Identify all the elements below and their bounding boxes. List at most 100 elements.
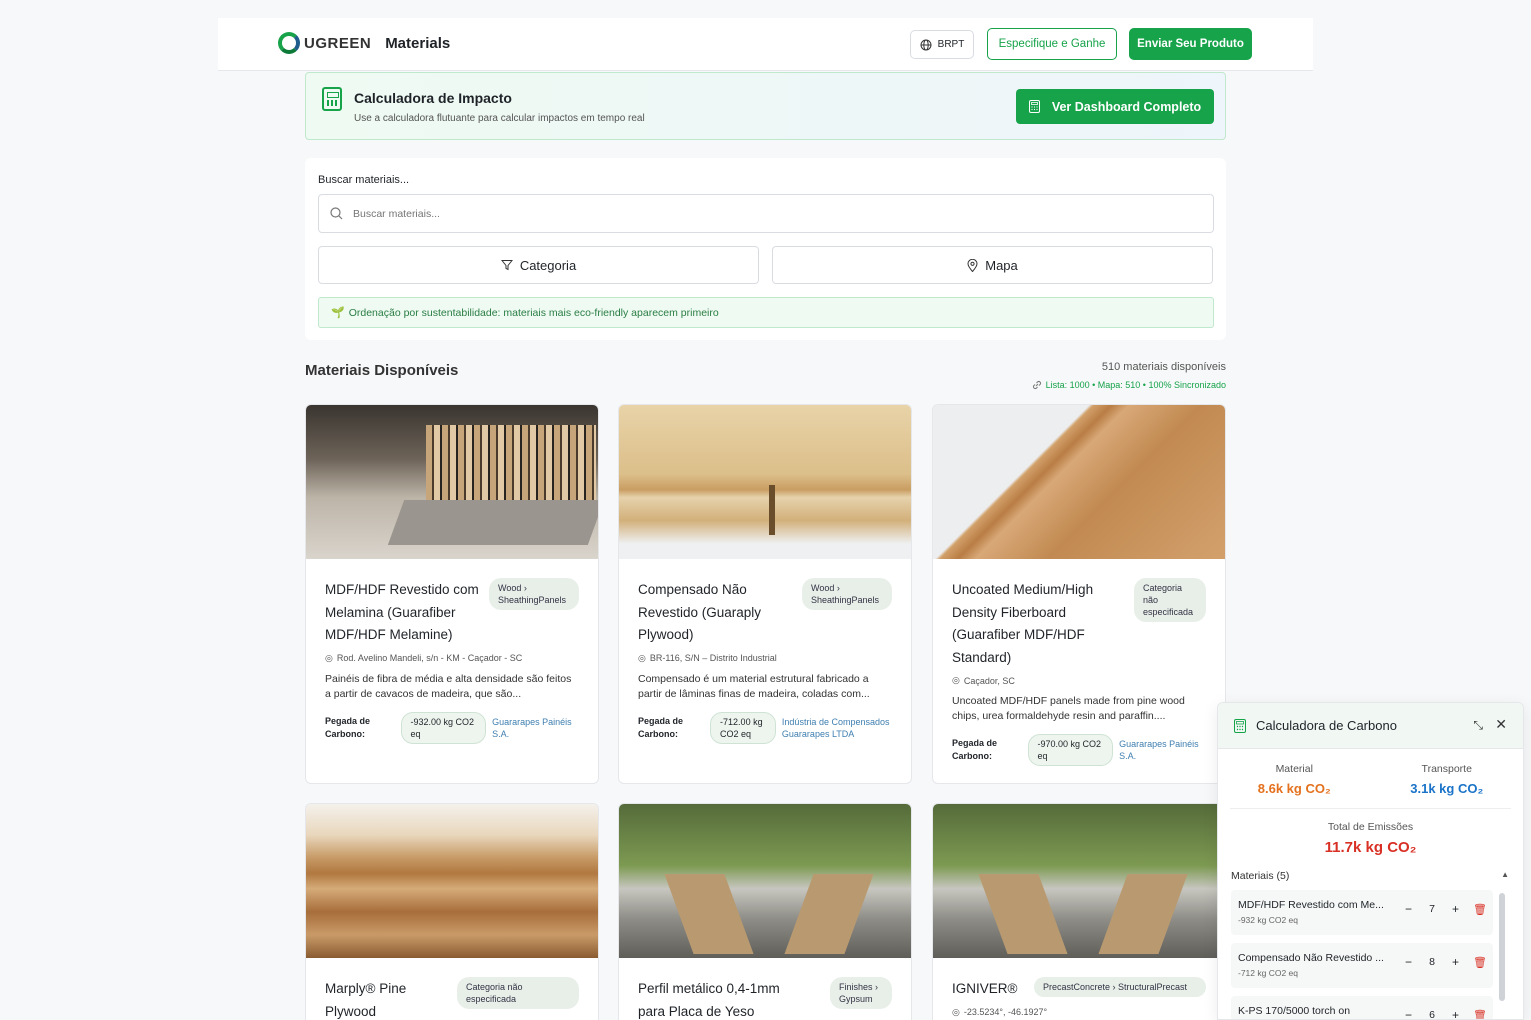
material-card[interactable]: Marply® Pine Plywood Categoria não espec… xyxy=(305,803,599,1020)
impact-calculator-banner: Calculadora de Impacto Use a calculadora… xyxy=(305,72,1226,140)
item-quantity[interactable]: 7 xyxy=(1426,903,1438,915)
scrollbar[interactable] xyxy=(1499,893,1505,1001)
footprint-label: Pegada de Carbono: xyxy=(952,738,998,761)
trash-icon[interactable]: 🗑 xyxy=(1473,903,1487,916)
card-location: ◎ BR-116, S/N – Distrito Industrial xyxy=(638,653,892,664)
category-label: Categoria xyxy=(519,257,577,273)
material-image xyxy=(306,804,598,958)
category-tag: Finishes › Gypsum xyxy=(830,977,892,1009)
card-title: MDF/HDF Revestido com Melamina (Guarafib… xyxy=(325,582,479,642)
impact-title: Calculadora de Impacto xyxy=(354,90,512,106)
carbon-calculator-panel: Calculadora de Carbono ⤡ ✕ Material 8.6k… xyxy=(1217,702,1524,1020)
language-button[interactable]: BRPT xyxy=(910,30,974,59)
material-card[interactable]: Compensado Não Revestido (Guaraply Plywo… xyxy=(618,404,912,784)
item-footprint: -712 kg CO2 eq xyxy=(1238,968,1299,978)
top-header: UGREEN Materials BRPT Especifique e Ganh… xyxy=(218,18,1313,71)
sprout-icon: 🌱 xyxy=(331,307,345,319)
increase-button[interactable]: + xyxy=(1452,955,1459,969)
search-input[interactable] xyxy=(353,207,1153,220)
materials-count: 510 materiais disponíveis xyxy=(1101,361,1226,373)
material-card[interactable]: IGNIVER® PrecastConcrete › StructuralPre… xyxy=(932,803,1226,1020)
transport-stat: Transporte 3.1k kg CO₂ xyxy=(1371,763,1524,796)
company-name[interactable]: Guararapes Painéis S.A. xyxy=(1119,738,1206,762)
calculator-item: MDF/HDF Revestido com Me... -932 kg CO2 … xyxy=(1231,890,1493,935)
material-stat: Material 8.6k kg CO₂ xyxy=(1218,763,1371,796)
sustainability-sort-note: 🌱 Ordenação por sustentabilidade: materi… xyxy=(318,297,1214,328)
category-tag: Categoria não especificada xyxy=(1134,578,1206,622)
ugreen-logo-icon xyxy=(278,32,300,54)
app-name: Materials xyxy=(385,34,451,52)
send-product-button[interactable]: Enviar Seu Produto xyxy=(1129,28,1252,60)
calculator-item: Compensado Não Revestido ... -712 kg CO2… xyxy=(1231,943,1493,988)
location-text: Caçador, SC xyxy=(963,675,1015,686)
decrease-button[interactable]: − xyxy=(1405,1008,1412,1019)
calculator-header: Calculadora de Carbono ⤡ ✕ xyxy=(1218,703,1523,749)
search-icon xyxy=(330,207,343,220)
material-card[interactable]: Uncoated Medium/High Density Fiberboard … xyxy=(932,404,1226,784)
category-tag: Wood › SheathingPanels xyxy=(802,578,892,610)
increase-button[interactable]: + xyxy=(1452,902,1459,916)
card-title: Uncoated Medium/High Density Fiberboard … xyxy=(952,582,1094,665)
card-location: ◎ -23.5234°, -46.1927° xyxy=(952,1007,1206,1018)
map-pin-icon: ◎ xyxy=(952,675,960,685)
trash-icon[interactable]: 🗑 xyxy=(1473,1009,1487,1020)
decrease-button[interactable]: − xyxy=(1405,955,1412,969)
footprint-badge: -970.00 kg CO2 eq xyxy=(1027,734,1114,766)
trash-icon[interactable]: 🗑 xyxy=(1473,956,1487,969)
sync-status: Lista: 1000 • Mapa: 510 • 100% Sincroniz… xyxy=(1032,380,1226,390)
total-emissions: Total de Emissões 11.7k kg CO₂ xyxy=(1230,808,1511,856)
card-description: Compensado é um material estrutural fabr… xyxy=(638,672,870,700)
item-quantity[interactable]: 8 xyxy=(1426,956,1438,968)
link-icon xyxy=(1032,381,1041,389)
increase-button[interactable]: + xyxy=(1452,1008,1459,1019)
calculator-icon xyxy=(1028,100,1040,113)
materials-list-title: Materiais (5) xyxy=(1231,870,1290,882)
category-tag: PrecastConcrete › StructuralPrecast xyxy=(1034,977,1206,997)
card-title: Perfil metálico 0,4-1mm para Placa de Ye… xyxy=(638,981,780,1019)
specify-earn-button[interactable]: Especifique e Ganhe xyxy=(987,28,1117,60)
minimize-icon[interactable]: ⤡ xyxy=(1473,718,1483,733)
location-text: BR-116, S/N – Distrito Industrial xyxy=(649,653,777,663)
filter-icon xyxy=(500,260,513,271)
view-dashboard-button[interactable]: Ver Dashboard Completo xyxy=(1016,89,1214,124)
material-value: 8.6k kg CO₂ xyxy=(1257,781,1331,796)
item-name: Compensado Não Revestido ... xyxy=(1238,952,1384,964)
transport-label: Transporte xyxy=(1421,763,1472,775)
map-pin-icon xyxy=(967,258,978,272)
decrease-button[interactable]: − xyxy=(1405,902,1412,916)
globe-icon xyxy=(920,39,932,50)
material-card[interactable]: Perfil metálico 0,4-1mm para Placa de Ye… xyxy=(618,803,912,1020)
card-title: IGNIVER® xyxy=(952,981,1018,996)
logo[interactable]: UGREEN Materials xyxy=(278,32,450,54)
map-button[interactable]: Mapa xyxy=(772,246,1213,284)
item-name: K-PS 170/5000 torch on xyxy=(1238,1005,1351,1017)
company-name[interactable]: Guararapes Painéis S.A. xyxy=(492,716,579,740)
close-icon[interactable]: ✕ xyxy=(1495,716,1507,733)
scroll-up-arrow-icon[interactable]: ▲ xyxy=(1501,870,1509,879)
card-location: ◎ Rod. Avelino Mandeli, s/n - KM - Caçado… xyxy=(325,653,579,664)
footprint-badge: -932.00 kg CO2 eq xyxy=(400,711,487,744)
map-pin-icon: ◎ xyxy=(638,652,646,663)
footprint-label: Pegada de Carbono: xyxy=(325,715,371,739)
map-label: Mapa xyxy=(985,257,1018,273)
category-filter-button[interactable]: Categoria xyxy=(318,246,759,284)
logo-text: UGREEN xyxy=(304,34,372,52)
search-box[interactable] xyxy=(318,194,1214,233)
card-location: ◎ Caçador, SC xyxy=(952,675,1206,686)
material-image xyxy=(619,405,911,559)
item-name: MDF/HDF Revestido com Me... xyxy=(1238,899,1384,911)
company-name[interactable]: Indústria de Compensados Guararapes LTDA xyxy=(782,716,892,740)
view-dashboard-label: Ver Dashboard Completo xyxy=(1051,99,1202,114)
material-label: Material xyxy=(1275,763,1313,775)
material-image xyxy=(933,405,1225,559)
material-card[interactable]: MDF/HDF Revestido com Melamina (Guarafib… xyxy=(305,404,599,784)
material-image xyxy=(619,804,911,958)
footprint-badge: -712.00 kg CO2 eq xyxy=(710,711,776,744)
item-quantity[interactable]: 6 xyxy=(1426,1009,1438,1019)
transport-value: 3.1k kg CO₂ xyxy=(1410,781,1484,796)
total-label: Total de Emissões xyxy=(1327,821,1414,833)
category-tag: Wood › SheathingPanels xyxy=(489,578,579,610)
impact-subtitle: Use a calculadora flutuante para calcula… xyxy=(354,113,645,124)
card-title: Marply® Pine Plywood xyxy=(325,981,407,1019)
card-description: Painéis de fibra de média e alta densida… xyxy=(325,672,572,700)
